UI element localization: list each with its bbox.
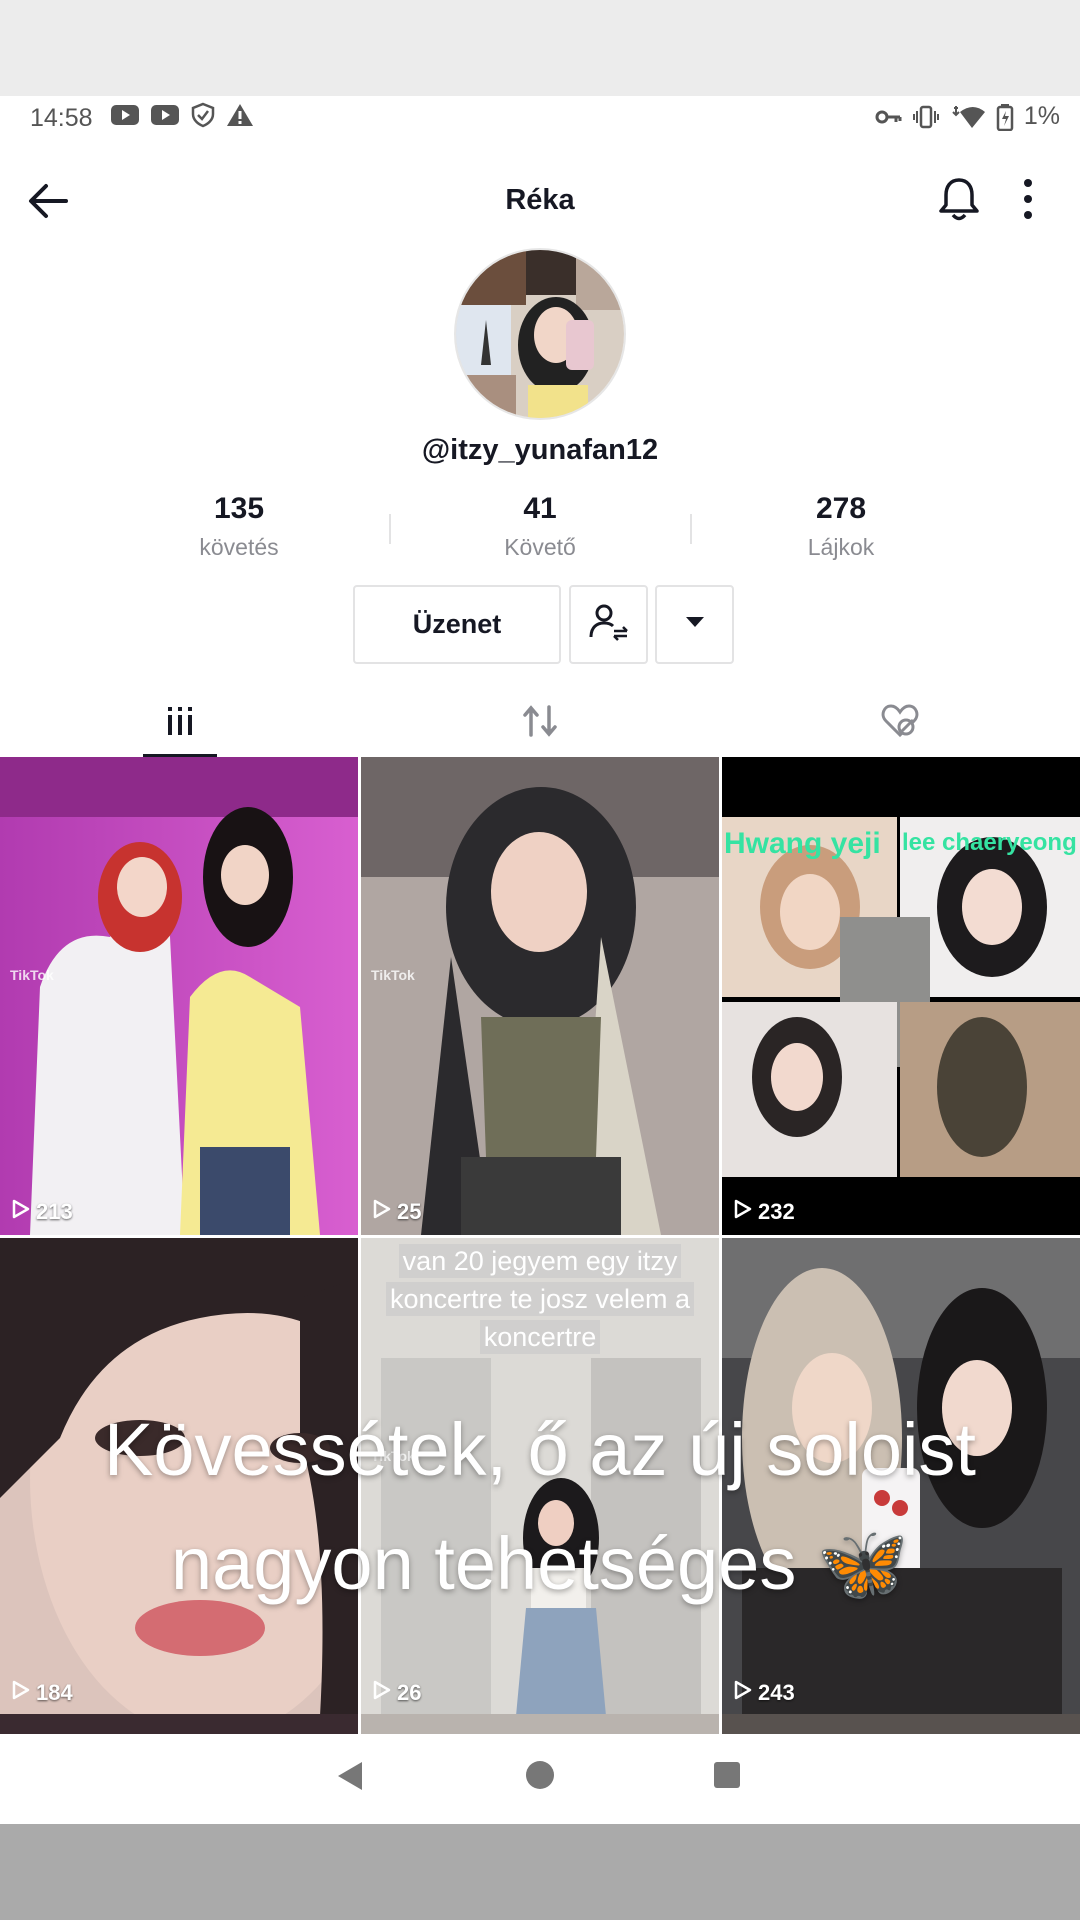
tab-videos[interactable]: [0, 692, 360, 754]
stat-value: 278: [815, 492, 867, 525]
next-row-peek: [0, 1714, 1080, 1734]
caret-down-icon: [684, 615, 706, 634]
profile-header: Réka: [0, 156, 1080, 246]
grid-icon: [165, 705, 195, 742]
video-tile[interactable]: TikTok 213: [0, 757, 358, 1235]
video-tile[interactable]: Hwang yeji lee chaeryeong 232: [722, 757, 1080, 1235]
tiktok-watermark: TikTok: [10, 967, 54, 983]
status-time: 14:58: [30, 104, 93, 132]
username: @itzy_yunafan12: [421, 434, 659, 466]
view-count-value: 26: [397, 1680, 422, 1705]
triangle-back-icon: [336, 1762, 364, 1795]
view-count: 243: [734, 1680, 795, 1706]
top-frame: [0, 0, 1080, 96]
system-nav-bar: [0, 1734, 1080, 1824]
stat-value: 41: [523, 492, 557, 525]
battery-icon: [996, 103, 1014, 131]
play-icon: [373, 1199, 391, 1225]
status-bar: 14:58 1%: [0, 96, 1080, 140]
dropdown-button[interactable]: [655, 585, 734, 664]
tab-reposts[interactable]: [360, 692, 720, 754]
tiktok-watermark: TikTok: [371, 1448, 415, 1464]
video-label: lee chaeryeong: [902, 829, 1077, 856]
view-count: 25: [373, 1199, 421, 1225]
user-follow-icon: [588, 601, 630, 648]
vibrate-icon: [912, 104, 940, 130]
warning-icon: [226, 102, 254, 128]
more-options-button[interactable]: [1016, 174, 1040, 224]
banner-line: koncertre te josz velem a: [385, 1282, 695, 1316]
profile-stats: 135 követés 41 Követő 278 Lájkok: [0, 492, 1080, 572]
key-icon: [874, 106, 902, 128]
stat-value: 135: [213, 492, 265, 525]
tiktok-watermark: TikTok: [371, 967, 415, 983]
battery-percent: 1%: [1023, 102, 1060, 130]
stat-following[interactable]: 135 követés: [139, 492, 339, 561]
video-label: Hwang yeji: [724, 827, 881, 860]
content-tabs: [0, 692, 1080, 754]
play-icon: [734, 1199, 752, 1225]
view-count-value: 184: [36, 1680, 73, 1705]
view-count-value: 213: [36, 1199, 73, 1224]
video-tile[interactable]: TikTok 25: [361, 757, 719, 1235]
play-icon: [12, 1680, 30, 1706]
stat-label: Lájkok: [807, 534, 875, 560]
tab-liked[interactable]: [720, 692, 1080, 754]
nav-back-button[interactable]: [336, 1761, 364, 1796]
liked-hidden-icon: [880, 703, 920, 744]
stat-divider: [389, 514, 391, 544]
page-title: Réka: [505, 184, 575, 216]
video-tile[interactable]: 184: [0, 1238, 358, 1716]
play-icon: [12, 1199, 30, 1225]
follow-options-button[interactable]: [569, 585, 648, 664]
view-count: 232: [734, 1199, 795, 1225]
stat-followers[interactable]: 41 Követő: [440, 492, 640, 561]
bottom-frame: [0, 1824, 1080, 1920]
nav-recents-button[interactable]: [714, 1762, 740, 1788]
view-count: 184: [12, 1680, 73, 1706]
video-tile[interactable]: 243: [722, 1238, 1080, 1716]
stat-divider: [690, 514, 692, 544]
view-count: 213: [12, 1199, 73, 1225]
stat-label: követés: [199, 534, 279, 560]
view-count: 26: [373, 1680, 421, 1706]
play-icon: [373, 1680, 391, 1706]
bell-icon: [934, 178, 984, 228]
banner-line: van 20 jegyem egy itzy: [398, 1244, 682, 1278]
more-vertical-icon: [1016, 179, 1040, 228]
play-icon: [734, 1680, 752, 1706]
stat-label: Követő: [504, 534, 576, 560]
message-button[interactable]: Üzenet: [353, 585, 561, 664]
wifi-icon: [950, 104, 986, 130]
repost-icon: [521, 703, 559, 744]
view-count-value: 25: [397, 1199, 422, 1224]
nav-home-button[interactable]: [526, 1761, 554, 1789]
shield-icon: [190, 102, 216, 128]
notification-button[interactable]: [934, 174, 984, 224]
view-count-value: 243: [758, 1680, 795, 1705]
view-count-value: 232: [758, 1199, 795, 1224]
avatar[interactable]: [454, 248, 626, 420]
youtube-icon: [110, 104, 140, 126]
banner-line: koncertre: [479, 1320, 601, 1354]
screen: 14:58 1% Réka @itzy_yunafan12 135 követé…: [0, 96, 1080, 1824]
stat-likes[interactable]: 278 Lájkok: [741, 492, 941, 561]
video-tile[interactable]: van 20 jegyem egy itzy koncertre te josz…: [361, 1238, 719, 1716]
video-banner: van 20 jegyem egy itzy koncertre te josz…: [361, 1242, 719, 1356]
youtube-icon: [150, 104, 180, 126]
